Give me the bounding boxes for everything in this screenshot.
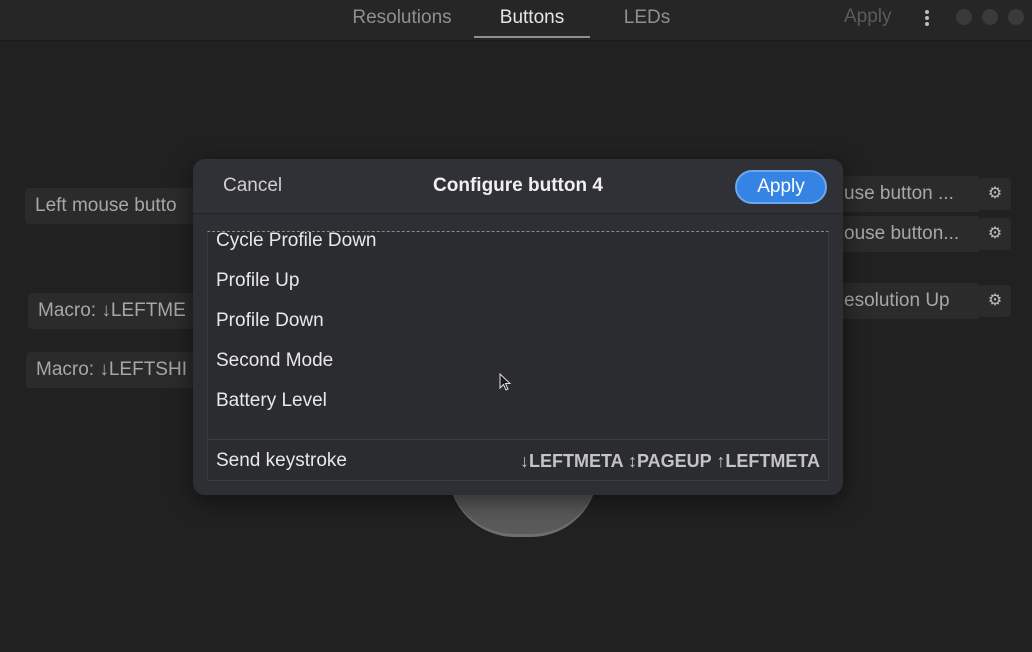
tab-leds[interactable]: LEDs	[610, 0, 684, 36]
minimize-button[interactable]	[956, 9, 972, 25]
configure-button-dialog: Cancel Configure button 4 Apply Cycle Pr…	[193, 159, 843, 495]
gear-icon[interactable]: ⚙	[979, 178, 1011, 210]
close-button[interactable]	[1008, 9, 1024, 25]
action-list: Cycle Profile Down Profile Up Profile Do…	[207, 230, 829, 481]
maximize-button[interactable]	[982, 9, 998, 25]
dialog-header: Cancel Configure button 4 Apply	[193, 159, 843, 214]
apply-button[interactable]: Apply	[735, 170, 827, 204]
list-item-second-mode[interactable]: Second Mode	[216, 350, 333, 372]
tab-resolutions[interactable]: Resolutions	[340, 0, 464, 36]
gear-icon[interactable]: ⚙	[979, 285, 1011, 317]
button-row-right-1[interactable]: use button ...	[820, 176, 980, 212]
send-keystroke-label[interactable]: Send keystroke	[216, 450, 347, 472]
gear-icon[interactable]: ⚙	[979, 218, 1011, 250]
tab-buttons[interactable]: Buttons	[474, 0, 590, 38]
button-row-right-2[interactable]: ouse button...	[820, 216, 980, 252]
list-item-battery-level[interactable]: Battery Level	[216, 390, 327, 412]
list-divider	[208, 480, 828, 481]
kebab-menu-icon[interactable]	[918, 8, 936, 28]
header-apply-button[interactable]: Apply	[844, 6, 892, 28]
list-divider	[208, 439, 828, 440]
header-bar: Resolutions Buttons LEDs Apply	[0, 0, 1032, 41]
list-item-profile-up[interactable]: Profile Up	[216, 270, 299, 292]
list-item-profile-down[interactable]: Profile Down	[216, 310, 324, 332]
button-row-right-3[interactable]: esolution Up	[820, 283, 980, 319]
keystroke-value[interactable]: ↓LEFTMETA ↕PAGEUP ↑LEFTMETA	[520, 451, 820, 472]
list-item-cycle-profile-down[interactable]: Cycle Profile Down	[216, 230, 377, 252]
mouse-cursor-icon	[499, 373, 512, 391]
